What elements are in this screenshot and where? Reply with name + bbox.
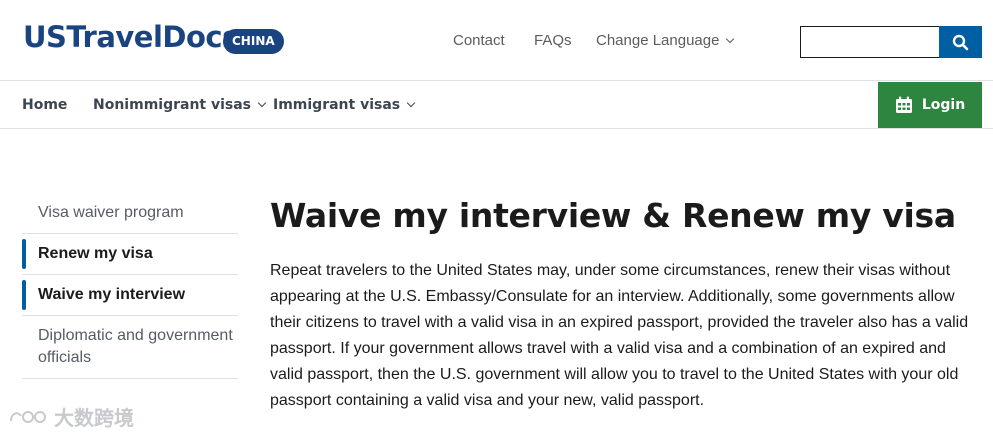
nav-nonimmigrant-visas[interactable]: Nonimmigrant visas [93, 97, 267, 113]
sidebar-item-waive-interview[interactable]: Waive my interview [22, 275, 238, 316]
chevron-down-icon [726, 34, 735, 44]
site-header: USTravelDocs CHINA Contact FAQs Change L… [0, 0, 993, 81]
sidebar-item-diplomatic[interactable]: Diplomatic and government officials [22, 316, 238, 379]
search-icon [952, 34, 969, 50]
page-title: Waive my interview & Renew my visa [270, 196, 956, 235]
intro-paragraph: Repeat travelers to the United States ma… [270, 262, 969, 409]
watermark: 大数跨境 [8, 402, 134, 431]
sidebar-item-visa-waiver[interactable]: Visa waiver program [22, 193, 238, 234]
calendar-icon [895, 96, 912, 113]
watermark-logo-icon [10, 410, 46, 423]
country-badge: CHINA [223, 29, 284, 54]
change-language-dropdown[interactable]: Change Language [596, 32, 735, 49]
nav-immigrant-visas[interactable]: Immigrant visas [273, 97, 416, 113]
login-label: Login [921, 97, 966, 113]
faqs-link[interactable]: FAQs [534, 32, 572, 49]
side-navigation: Visa waiver program Renew my visa Waive … [22, 193, 238, 379]
change-language-label: Change Language [596, 32, 720, 49]
nav-immigrant-label: Immigrant visas [273, 97, 401, 113]
site-logo[interactable]: USTravelDocs [23, 20, 239, 54]
watermark-text: 大数跨境 [54, 408, 134, 430]
contact-link[interactable]: Contact [453, 32, 505, 49]
chevron-down-icon [257, 98, 267, 108]
search-button[interactable] [939, 26, 982, 58]
sidebar-item-renew-visa[interactable]: Renew my visa [22, 234, 238, 275]
chevron-down-icon [406, 98, 416, 108]
nav-nonimmigrant-label: Nonimmigrant visas [93, 97, 252, 113]
search-input[interactable] [800, 26, 939, 58]
search-form [800, 26, 982, 58]
login-button[interactable]: Login [878, 82, 982, 128]
main-nav: Home Nonimmigrant visas Immigrant visas … [0, 82, 993, 129]
nav-home[interactable]: Home [22, 97, 67, 113]
